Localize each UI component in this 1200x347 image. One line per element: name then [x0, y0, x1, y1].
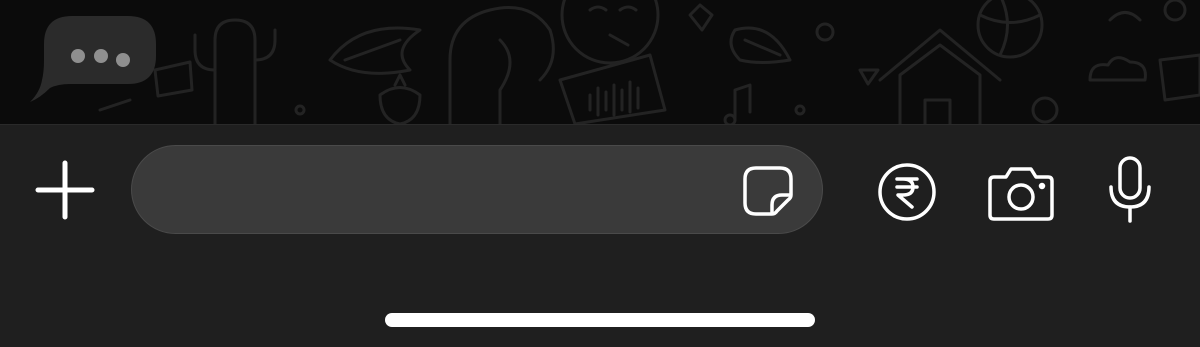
home-indicator[interactable] — [385, 313, 815, 327]
typing-indicator — [30, 16, 156, 102]
camera-button[interactable] — [986, 161, 1056, 223]
doodle-wallpaper — [98, 0, 1200, 124]
typing-dot — [94, 49, 108, 63]
message-composer — [0, 124, 1200, 347]
typing-dot — [71, 49, 85, 63]
attach-button[interactable] — [30, 155, 100, 225]
rupee-icon — [878, 163, 936, 221]
microphone-button[interactable] — [1100, 153, 1160, 227]
sticker-icon — [743, 166, 793, 216]
message-input-field[interactable] — [131, 145, 823, 235]
sticker-button[interactable] — [742, 165, 794, 217]
camera-icon — [988, 167, 1054, 221]
message-input[interactable] — [162, 146, 746, 235]
typing-dot — [116, 53, 130, 67]
plus-icon — [35, 160, 95, 220]
payment-button[interactable] — [876, 161, 938, 223]
microphone-icon — [1109, 156, 1151, 223]
chat-background — [0, 0, 1200, 124]
